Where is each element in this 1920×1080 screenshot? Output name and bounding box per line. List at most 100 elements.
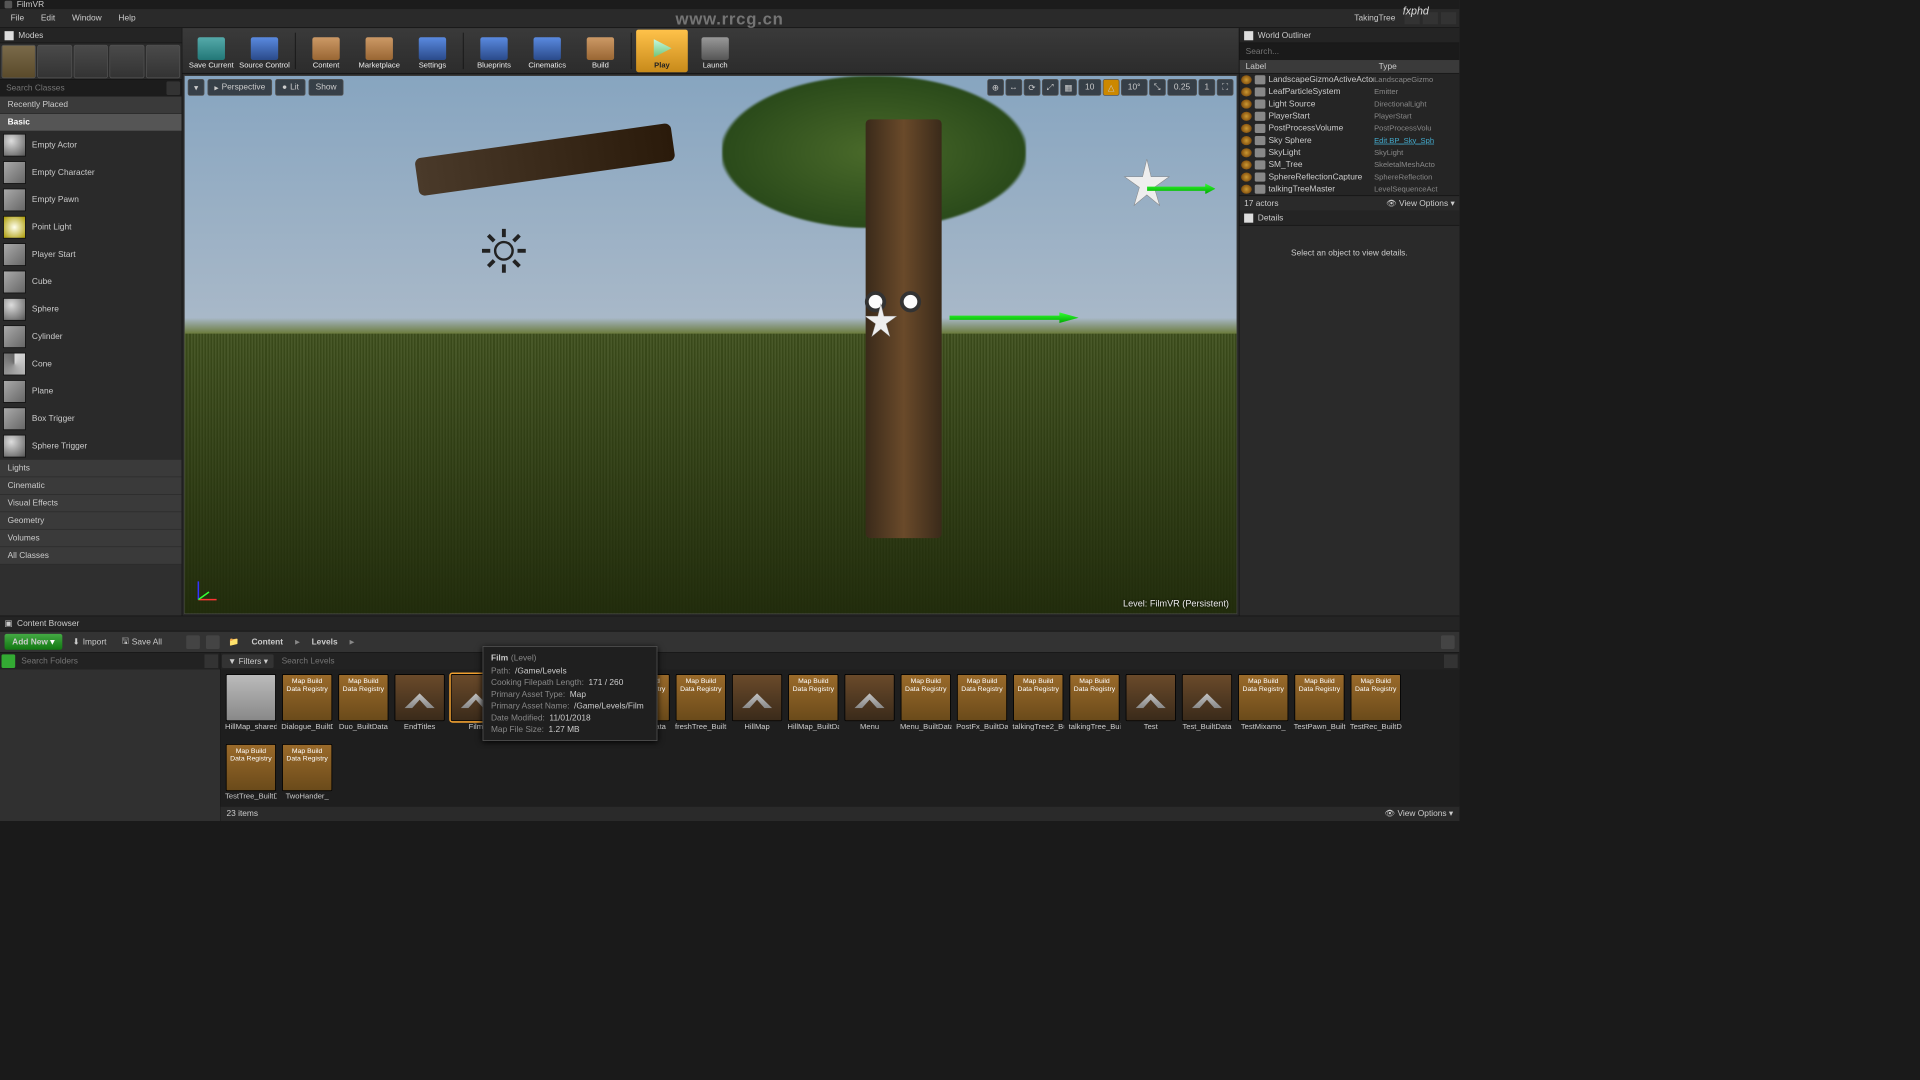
category-geometry[interactable]: Geometry: [0, 512, 182, 529]
mode-place-button[interactable]: [2, 44, 37, 77]
visibility-icon[interactable]: [1241, 124, 1252, 133]
actor-plane[interactable]: Plane: [0, 378, 182, 405]
actor-player-start[interactable]: Player Start: [0, 241, 182, 268]
tab-takingtree[interactable]: TakingTree: [1348, 11, 1401, 26]
actor-cylinder[interactable]: Cylinder: [0, 323, 182, 350]
viewport-lit-button[interactable]: ●Lit: [275, 79, 306, 96]
cb-view-options[interactable]: 👁 View Options ▾: [1385, 809, 1454, 819]
search-assets-input[interactable]: [277, 654, 1441, 668]
cinematics-button[interactable]: Cinematics: [521, 29, 573, 72]
viewport-show-button[interactable]: Show: [309, 79, 344, 96]
asset-freshtree-builtdata[interactable]: Map Build Data RegistryfreshTree_BuiltDa…: [675, 674, 727, 739]
lock-button[interactable]: [1441, 635, 1455, 649]
menu-file[interactable]: File: [3, 11, 32, 26]
outliner-search-input[interactable]: [1241, 45, 1458, 59]
outliner-row[interactable]: SM_TreeSkeletalMeshActo: [1240, 159, 1460, 171]
viewport-camera-speed-button[interactable]: 1: [1199, 79, 1216, 96]
save-current-button[interactable]: Save Current: [185, 29, 237, 72]
asset-test[interactable]: Test: [1125, 674, 1177, 739]
viewport-rotate-button[interactable]: ⟳: [1023, 79, 1040, 96]
search-icon[interactable]: [204, 654, 218, 668]
viewport-maximize-button[interactable]: ⛶: [1217, 79, 1234, 96]
tab-content-browser[interactable]: ▣ Content Browser: [0, 616, 1459, 631]
actor-empty-character[interactable]: Empty Character: [0, 159, 182, 186]
launch-button[interactable]: Launch: [689, 29, 741, 72]
viewport-snap-grid-button[interactable]: ▦: [1060, 79, 1077, 96]
visibility-icon[interactable]: [1241, 185, 1252, 194]
outliner-row[interactable]: LandscapeGizmoActiveActor3LandscapeGizmo: [1240, 74, 1460, 86]
marketplace-button[interactable]: Marketplace: [353, 29, 405, 72]
nav-back-button[interactable]: [186, 635, 200, 649]
visibility-icon[interactable]: [1241, 75, 1252, 84]
visibility-icon[interactable]: [1241, 148, 1252, 157]
actor-point-light[interactable]: Point Light: [0, 214, 182, 241]
breadcrumb-levels[interactable]: Levels: [312, 637, 338, 646]
outliner-sort-label[interactable]: Label: [1240, 60, 1376, 73]
tab-modes[interactable]: Modes: [0, 28, 182, 43]
viewport-perspective-button[interactable]: ▸Perspective: [207, 79, 272, 96]
outliner-row[interactable]: talkingTreeMasterLevelSequenceAct: [1240, 183, 1460, 195]
category-all-classes[interactable]: All Classes: [0, 547, 182, 564]
category-visual-effects[interactable]: Visual Effects: [0, 495, 182, 512]
viewport-snap-angle-button[interactable]: △: [1103, 79, 1120, 96]
search-icon[interactable]: [166, 81, 180, 95]
mode-paint-button[interactable]: [38, 44, 73, 77]
asset-hillmap[interactable]: HillMap: [731, 674, 783, 739]
search-classes-input[interactable]: [2, 81, 167, 95]
window-close-icon[interactable]: [1441, 12, 1456, 24]
outliner-view-options[interactable]: 👁 View Options ▾: [1386, 198, 1455, 208]
asset-testpawn-builtdata[interactable]: Map Build Data RegistryTestPawn_BuiltDat…: [1294, 674, 1346, 739]
viewport-menu-button[interactable]: ▾: [188, 79, 205, 96]
viewport-snap-scale-button[interactable]: ⤡: [1149, 79, 1166, 96]
asset-hillmap-builtdata[interactable]: Map Build Data RegistryHillMap_BuiltData: [787, 674, 839, 739]
outliner-row[interactable]: Light SourceDirectionalLight: [1240, 98, 1460, 110]
breadcrumb-content[interactable]: Content: [251, 637, 283, 646]
category-lights[interactable]: Lights: [0, 460, 182, 477]
search-icon[interactable]: [1444, 654, 1458, 668]
outliner-row[interactable]: LeafParticleSystemEmitter: [1240, 86, 1460, 98]
outliner-row[interactable]: SkyLightSkyLight: [1240, 147, 1460, 159]
save-all-button[interactable]: 🖫Save All: [117, 632, 166, 653]
outliner-row[interactable]: PostProcessVolumePostProcessVolu: [1240, 122, 1460, 134]
mode-geometry-button[interactable]: [146, 44, 181, 77]
mode-landscape-button[interactable]: [74, 44, 109, 77]
blueprints-button[interactable]: Blueprints: [468, 29, 520, 72]
viewport-scale-value[interactable]: 0.25: [1167, 79, 1197, 96]
tab-world-outliner[interactable]: World Outliner: [1240, 28, 1460, 43]
asset-endtitles[interactable]: EndTitles: [394, 674, 446, 739]
tab-details[interactable]: Details: [1240, 211, 1460, 226]
menu-window[interactable]: Window: [64, 11, 109, 26]
visibility-icon[interactable]: [1241, 100, 1252, 109]
outliner-row[interactable]: PlayerStartPlayerStart: [1240, 110, 1460, 122]
viewport-translate-button[interactable]: ↔: [1005, 79, 1022, 96]
menu-help[interactable]: Help: [111, 11, 143, 26]
viewport-grid-value[interactable]: 10: [1078, 79, 1101, 96]
visibility-icon[interactable]: [1241, 87, 1252, 96]
nav-forward-button[interactable]: [206, 635, 220, 649]
asset-twohander-[interactable]: Map Build Data RegistryTwoHander_: [281, 744, 333, 806]
build-button[interactable]: Build: [575, 29, 627, 72]
mode-foliage-button[interactable]: [110, 44, 145, 77]
category-recently-placed[interactable]: Recently Placed: [0, 97, 182, 114]
asset-dialogue-builtdata[interactable]: Map Build Data RegistryDialogue_BuiltDat…: [281, 674, 333, 739]
search-folders-input[interactable]: [17, 654, 205, 668]
play-button[interactable]: Play: [636, 29, 688, 72]
visibility-icon[interactable]: [1241, 136, 1252, 145]
asset-testtree-builtdata[interactable]: Map Build Data RegistryTestTree_BuiltDat…: [225, 744, 277, 806]
asset-duo-builtdata[interactable]: Map Build Data RegistryDuo_BuiltData: [337, 674, 389, 739]
add-new-button[interactable]: Add New ▾: [5, 634, 62, 650]
asset-hillmap-sharedassets[interactable]: HillMap_sharedassets: [225, 674, 277, 739]
outliner-row[interactable]: SphereReflectionCaptureSphereReflection: [1240, 171, 1460, 183]
asset-talkingtree-builtdata[interactable]: Map Build Data RegistrytalkingTree_Built…: [1069, 674, 1121, 739]
actor-box-trigger[interactable]: Box Trigger: [0, 405, 182, 432]
asset-talkingtree2-builtdata[interactable]: Map Build Data RegistrytalkingTree2_Buil…: [1012, 674, 1064, 739]
category-cinematic[interactable]: Cinematic: [0, 477, 182, 494]
visibility-icon[interactable]: [1241, 173, 1252, 182]
outliner-sort-type[interactable]: Type: [1376, 60, 1460, 73]
actor-cube[interactable]: Cube: [0, 268, 182, 295]
asset-testrec-builtdata[interactable]: Map Build Data RegistryTestRec_BuiltData: [1350, 674, 1402, 739]
outliner-type[interactable]: Edit BP_Sky_Sph: [1374, 136, 1458, 144]
category-volumes[interactable]: Volumes: [0, 530, 182, 547]
actor-sphere[interactable]: Sphere: [0, 296, 182, 323]
visibility-icon[interactable]: [1241, 160, 1252, 169]
